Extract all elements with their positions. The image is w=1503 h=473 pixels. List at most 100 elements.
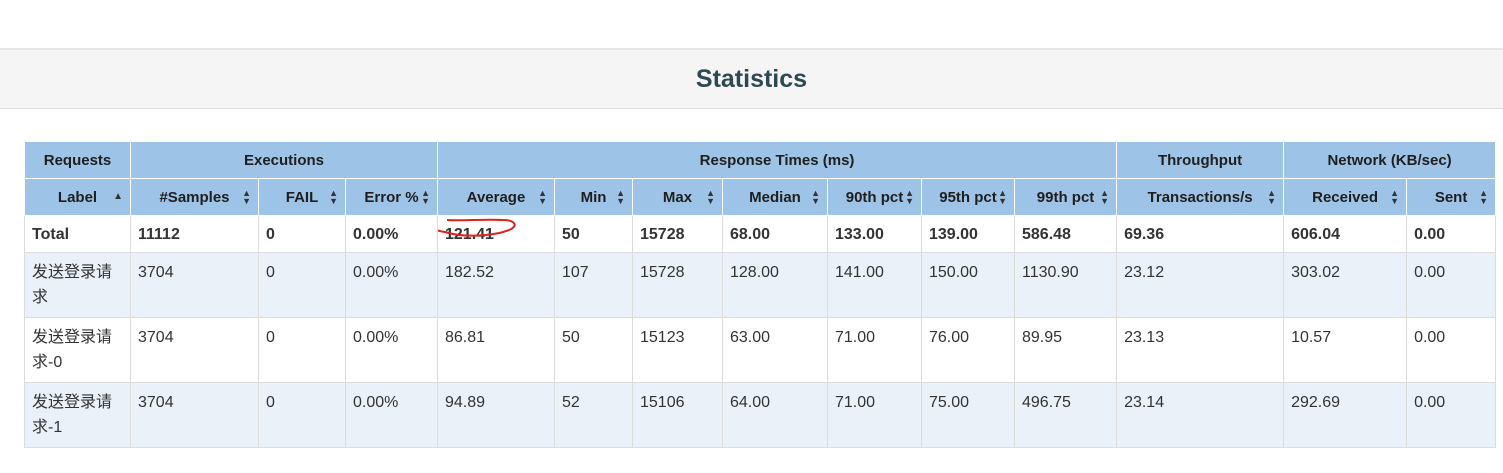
top-bar [0,0,1503,50]
cell-error: 0.00% [345,317,438,383]
cell-value: 71.00 [835,329,876,346]
column-header-label[interactable]: Label ▲ [24,178,131,216]
cell-label: 发送登录请求-0 [24,317,131,383]
cell-99th-pct: 89.95 [1013,317,1118,383]
group-header-executions: Executions [130,141,438,179]
cell-value: 10.57 [1291,329,1332,346]
cell-min: 50 [554,215,633,253]
column-header-transactions-s[interactable]: Transactions/s ▲ ▼ [1116,178,1285,216]
cell-value: 133.00 [835,226,884,243]
sort-both-icon[interactable]: ▲ ▼ [998,189,1007,206]
sort-both-icon[interactable]: ▲ ▼ [1267,189,1276,206]
column-header-median[interactable]: Median ▲ ▼ [722,178,828,216]
cell-error: 0.00% [345,215,438,253]
cell-transactions-s: 23.12 [1116,252,1285,318]
sort-both-icon[interactable]: ▲ ▼ [905,189,914,206]
cell-value: 15123 [640,329,685,346]
cell-median: 68.00 [722,215,828,253]
cell-samples: 3704 [130,382,259,448]
cell-max: 15728 [632,252,723,318]
cell-value: 71.00 [835,394,876,411]
cell-90th-pct: 133.00 [827,215,922,253]
cell-value: 76.00 [929,329,970,346]
cell-90th-pct: 71.00 [827,317,922,383]
sort-both-icon[interactable]: ▲ ▼ [242,189,251,206]
cell-value: 3704 [138,264,174,281]
cell-value: 0.00% [353,394,399,411]
column-header-label: Label [57,188,98,206]
cell-95th-pct: 150.00 [921,252,1015,318]
column-header-samples[interactable]: #Samples ▲ ▼ [130,178,259,216]
cell-value: 50 [562,329,580,346]
cell-value: 52 [562,394,580,411]
cell-transactions-s: 23.13 [1116,317,1285,383]
column-header-fail[interactable]: FAIL ▲ ▼ [258,178,346,216]
column-group-header-row: Requests Executions Response Times (ms) Thr… [24,141,1497,179]
statistics-table-body: Total 11112 0 0.00% 121.41 50 15728 68.00 133.00… [24,215,1497,448]
cell-value: 发送登录请求-1 [32,394,113,436]
column-header-99th-pct[interactable]: 99th pct ▲ ▼ [1013,178,1118,216]
cell-value: 0 [266,226,275,243]
group-header-network-kb-sec: Network (KB/sec) [1283,141,1497,179]
cell-value: Total [32,226,70,243]
cell-median: 128.00 [722,252,828,318]
panel-title: Statistics [695,64,808,93]
column-header-95th-pct[interactable]: 95th pct ▲ ▼ [921,178,1015,216]
cell-received: 606.04 [1283,215,1408,253]
sort-both-icon[interactable]: ▲ ▼ [1390,189,1399,206]
sort-both-icon[interactable]: ▲ ▼ [1479,189,1488,206]
cell-value: 107 [562,264,589,281]
column-header-sent[interactable]: Sent ▲ ▼ [1406,178,1497,216]
sort-both-icon[interactable]: ▲ ▼ [538,189,547,206]
column-header-label: Max [662,188,693,206]
column-header-max[interactable]: Max ▲ ▼ [632,178,723,216]
cell-fail: 0 [258,252,346,318]
cell-value: 0.00 [1414,394,1446,411]
cell-error: 0.00% [345,382,438,448]
cell-value: 15728 [640,226,685,243]
cell-value: 89.95 [1022,329,1063,346]
cell-value: 63.00 [730,329,771,346]
column-header-label: 99th pct [1036,188,1095,206]
cell-value: 0 [266,329,275,346]
column-header-received[interactable]: Received ▲ ▼ [1283,178,1408,216]
sort-both-icon[interactable]: ▲ ▼ [706,189,715,206]
cell-value: 发送登录请求-0 [32,329,113,371]
column-header-label: Min [580,188,607,206]
sort-both-icon[interactable]: ▲ ▼ [1100,189,1109,206]
column-header-label: Error % [364,188,419,206]
cell-sent: 0.00 [1406,317,1497,383]
column-header-label: Received [1312,188,1378,206]
column-header-min[interactable]: Min ▲ ▼ [554,178,633,216]
sort-both-icon[interactable]: ▲ ▼ [421,189,430,206]
cell-label: 发送登录请求-1 [24,382,131,448]
sort-both-icon[interactable]: ▲ ▼ [329,189,338,206]
sort-ascending-icon[interactable]: ▲ [113,192,123,202]
column-header-average[interactable]: Average ▲ ▼ [437,178,555,216]
cell-fail: 0 [258,215,346,253]
cell-value: 15728 [640,264,685,281]
cell-value: 139.00 [929,226,978,243]
cell-received: 292.69 [1283,382,1408,448]
cell-value: 182.52 [445,264,494,281]
sort-both-icon[interactable]: ▲ ▼ [811,189,820,206]
cell-value: 303.02 [1291,264,1340,281]
cell-error: 0.00% [345,252,438,318]
cell-median: 64.00 [722,382,828,448]
cell-value: 496.75 [1022,394,1071,411]
group-header-throughput: Throughput [1116,141,1285,179]
cell-value: 1130.90 [1022,264,1079,281]
column-header-90th-pct[interactable]: 90th pct ▲ ▼ [827,178,922,216]
column-header-label: 95th pct [939,188,997,206]
column-header-label: FAIL [285,188,319,206]
cell-min: 52 [554,382,633,448]
cell-value: 94.89 [445,394,486,411]
cell-max: 15106 [632,382,723,448]
cell-value: 发送登录请求 [32,264,113,306]
column-header-error[interactable]: Error % ▲ ▼ [345,178,438,216]
column-header-label: Median [749,188,801,206]
table-row: 发送登录请求 3704 0 0.00% 182.52 107 15728 128.00 141.… [24,252,1497,318]
sort-both-icon[interactable]: ▲ ▼ [616,189,625,206]
cell-max: 15728 [632,215,723,253]
cell-min: 50 [554,317,633,383]
